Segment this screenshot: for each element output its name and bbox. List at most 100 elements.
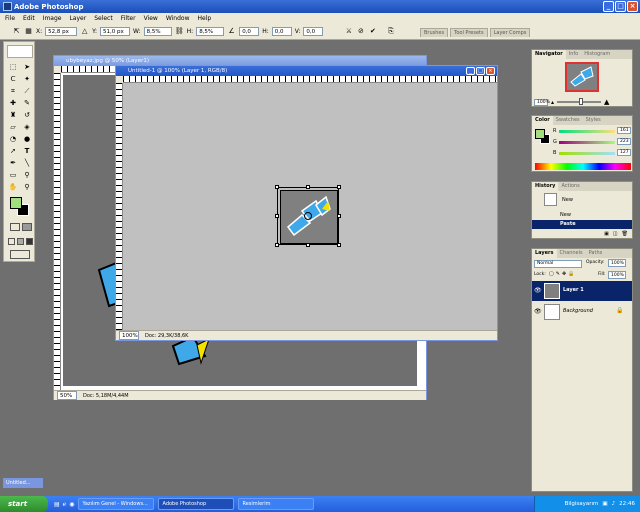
- bg-doc-zoom-field[interactable]: 50%: [57, 391, 77, 400]
- type-tool-icon[interactable]: T: [21, 146, 33, 156]
- y-field[interactable]: 51,0 px: [100, 27, 131, 36]
- color-spectrum-bar[interactable]: [535, 163, 631, 170]
- transform-handle[interactable]: [337, 243, 341, 247]
- screen-mode-full-menu-icon[interactable]: [17, 238, 24, 245]
- start-button[interactable]: start: [0, 496, 48, 512]
- fg-doc-close-button[interactable]: ×: [486, 67, 495, 75]
- tray-volume-icon[interactable]: ♪: [612, 501, 616, 507]
- channels-tab[interactable]: Channels: [557, 249, 586, 258]
- g-slider[interactable]: [559, 141, 615, 144]
- paint-bucket-icon[interactable]: ◈: [21, 122, 33, 132]
- layer-visibility-eye-icon[interactable]: 👁: [534, 287, 542, 294]
- transform-handle[interactable]: [337, 185, 341, 189]
- taskbar-pictures-button[interactable]: Resimlerim: [238, 498, 315, 510]
- crop-tool-icon[interactable]: ⌗: [7, 86, 19, 96]
- transform-handle[interactable]: [275, 214, 279, 218]
- fill-field[interactable]: 100%: [608, 271, 626, 279]
- menu-layer[interactable]: Layer: [69, 15, 86, 24]
- new-snapshot-icon[interactable]: ◫: [613, 231, 618, 237]
- quicklaunch-media-icon[interactable]: ◉: [69, 501, 74, 508]
- transform-handle[interactable]: [275, 185, 279, 189]
- fg-doc-zoom-field[interactable]: 100%: [119, 331, 139, 340]
- cancel-transform-icon[interactable]: ⊘: [356, 27, 365, 36]
- screen-mode-full-icon[interactable]: [26, 238, 33, 245]
- tool-presets-tab[interactable]: Tool Presets: [450, 28, 488, 37]
- layer-row-background[interactable]: 👁 Background 🔒: [532, 302, 632, 322]
- lasso-tool-icon[interactable]: ᑕ: [7, 74, 19, 84]
- minimize-button[interactable]: _: [603, 1, 614, 12]
- clone-stamp-icon[interactable]: ♜: [7, 110, 19, 120]
- vskew-field[interactable]: 0,0: [303, 27, 324, 36]
- histogram-tab[interactable]: Histogram: [581, 50, 613, 59]
- width-field[interactable]: 8,5%: [143, 27, 172, 36]
- quicklaunch-ie-icon[interactable]: ℯ: [63, 501, 67, 508]
- magic-wand-icon[interactable]: ✦: [21, 74, 33, 84]
- brushes-tab[interactable]: Brushes: [420, 28, 449, 37]
- minimized-document[interactable]: Untitled...: [3, 478, 43, 488]
- r-value[interactable]: 161: [617, 127, 631, 134]
- snapshot-thumbnail[interactable]: [544, 193, 557, 206]
- palette-well-icon[interactable]: ⎘: [386, 27, 395, 36]
- link-icon[interactable]: ⛓: [175, 27, 184, 36]
- notes-tool-icon[interactable]: ▭: [7, 170, 19, 180]
- navigator-zoom-slider[interactable]: [557, 98, 602, 105]
- menu-filter[interactable]: Filter: [121, 15, 136, 24]
- actions-tab[interactable]: Actions: [558, 182, 582, 191]
- zoom-tool-icon[interactable]: ⚲: [21, 182, 33, 192]
- menu-help[interactable]: Help: [198, 15, 212, 24]
- maximize-button[interactable]: □: [615, 1, 626, 12]
- g-value[interactable]: 223: [617, 138, 631, 145]
- healing-brush-icon[interactable]: ✚: [7, 98, 19, 108]
- navigator-tab[interactable]: Navigator: [532, 50, 566, 59]
- transform-handle[interactable]: [275, 243, 279, 247]
- quicklaunch-desktop-icon[interactable]: ▤: [54, 501, 60, 508]
- commit-transform-icon[interactable]: ✔: [368, 27, 377, 36]
- adobe-online-icon[interactable]: [7, 45, 33, 58]
- blur-tool-icon[interactable]: ◔: [7, 134, 19, 144]
- foreground-color-swatch[interactable]: [10, 197, 22, 209]
- history-item-new[interactable]: New: [532, 211, 632, 220]
- fg-doc-title-bar[interactable]: Untitled-1 @ 100% (Layer 1, RGB/8) _ □ ×: [116, 66, 497, 76]
- marquee-tool-icon[interactable]: ⬚: [7, 62, 19, 72]
- fg-doc-minimize-button[interactable]: _: [466, 67, 475, 75]
- navigator-zoom-thumb[interactable]: [579, 98, 584, 105]
- eraser-tool-icon[interactable]: ▱: [7, 122, 19, 132]
- transform-handle[interactable]: [337, 214, 341, 218]
- paths-tab[interactable]: Paths: [586, 249, 606, 258]
- snapshot-label[interactable]: New: [562, 197, 573, 203]
- close-button[interactable]: ×: [627, 1, 638, 12]
- taskbar-photoshop-button[interactable]: Adobe Photoshop: [158, 498, 235, 510]
- layers-tab[interactable]: Layers: [532, 249, 557, 258]
- quick-mask-icon[interactable]: [22, 223, 32, 231]
- layer-visibility-eye-icon[interactable]: 👁: [534, 308, 542, 315]
- new-document-from-state-icon[interactable]: ▣: [604, 231, 609, 237]
- path-selection-icon[interactable]: ➚: [7, 146, 19, 156]
- brush-tool-icon[interactable]: ✎: [21, 98, 33, 108]
- b-value[interactable]: 127: [617, 149, 631, 156]
- hskew-field[interactable]: 0,0: [271, 27, 292, 36]
- screen-mode-standard-icon[interactable]: [8, 238, 15, 245]
- transform-center-point[interactable]: [304, 212, 312, 220]
- layer-row-layer1[interactable]: 👁 Layer 1: [532, 281, 632, 301]
- taskbar-explorer-button[interactable]: Yazılım Genel - Windows...: [78, 498, 155, 510]
- reference-point-icon[interactable]: ▦: [24, 27, 33, 36]
- hand-tool-icon[interactable]: ✋: [7, 182, 19, 192]
- pen-tool-icon[interactable]: ✒: [7, 158, 19, 168]
- transform-tool-icon[interactable]: ⇱: [12, 27, 21, 36]
- layer-comps-tab[interactable]: Layer Comps: [489, 28, 531, 37]
- lock-position-icon[interactable]: ✥: [562, 271, 566, 277]
- lock-image-icon[interactable]: ✎: [556, 271, 560, 277]
- navigator-zoom-field[interactable]: 100%: [534, 98, 550, 106]
- menu-view[interactable]: View: [144, 15, 158, 24]
- history-item-paste[interactable]: Paste: [532, 220, 632, 229]
- navigator-preview[interactable]: [565, 62, 599, 92]
- eyedropper-icon[interactable]: ⚲: [21, 170, 33, 180]
- opacity-field[interactable]: 100%: [608, 259, 626, 267]
- menu-window[interactable]: Window: [166, 15, 190, 24]
- slice-tool-icon[interactable]: ⟋: [21, 86, 33, 96]
- zoom-in-icon[interactable]: ▲: [604, 98, 609, 106]
- tray-computer-label[interactable]: Bilgisayarım: [565, 501, 599, 507]
- fg-doc-maximize-button[interactable]: □: [476, 67, 485, 75]
- transform-handle[interactable]: [306, 185, 310, 189]
- x-field[interactable]: 52,8 px: [45, 27, 78, 36]
